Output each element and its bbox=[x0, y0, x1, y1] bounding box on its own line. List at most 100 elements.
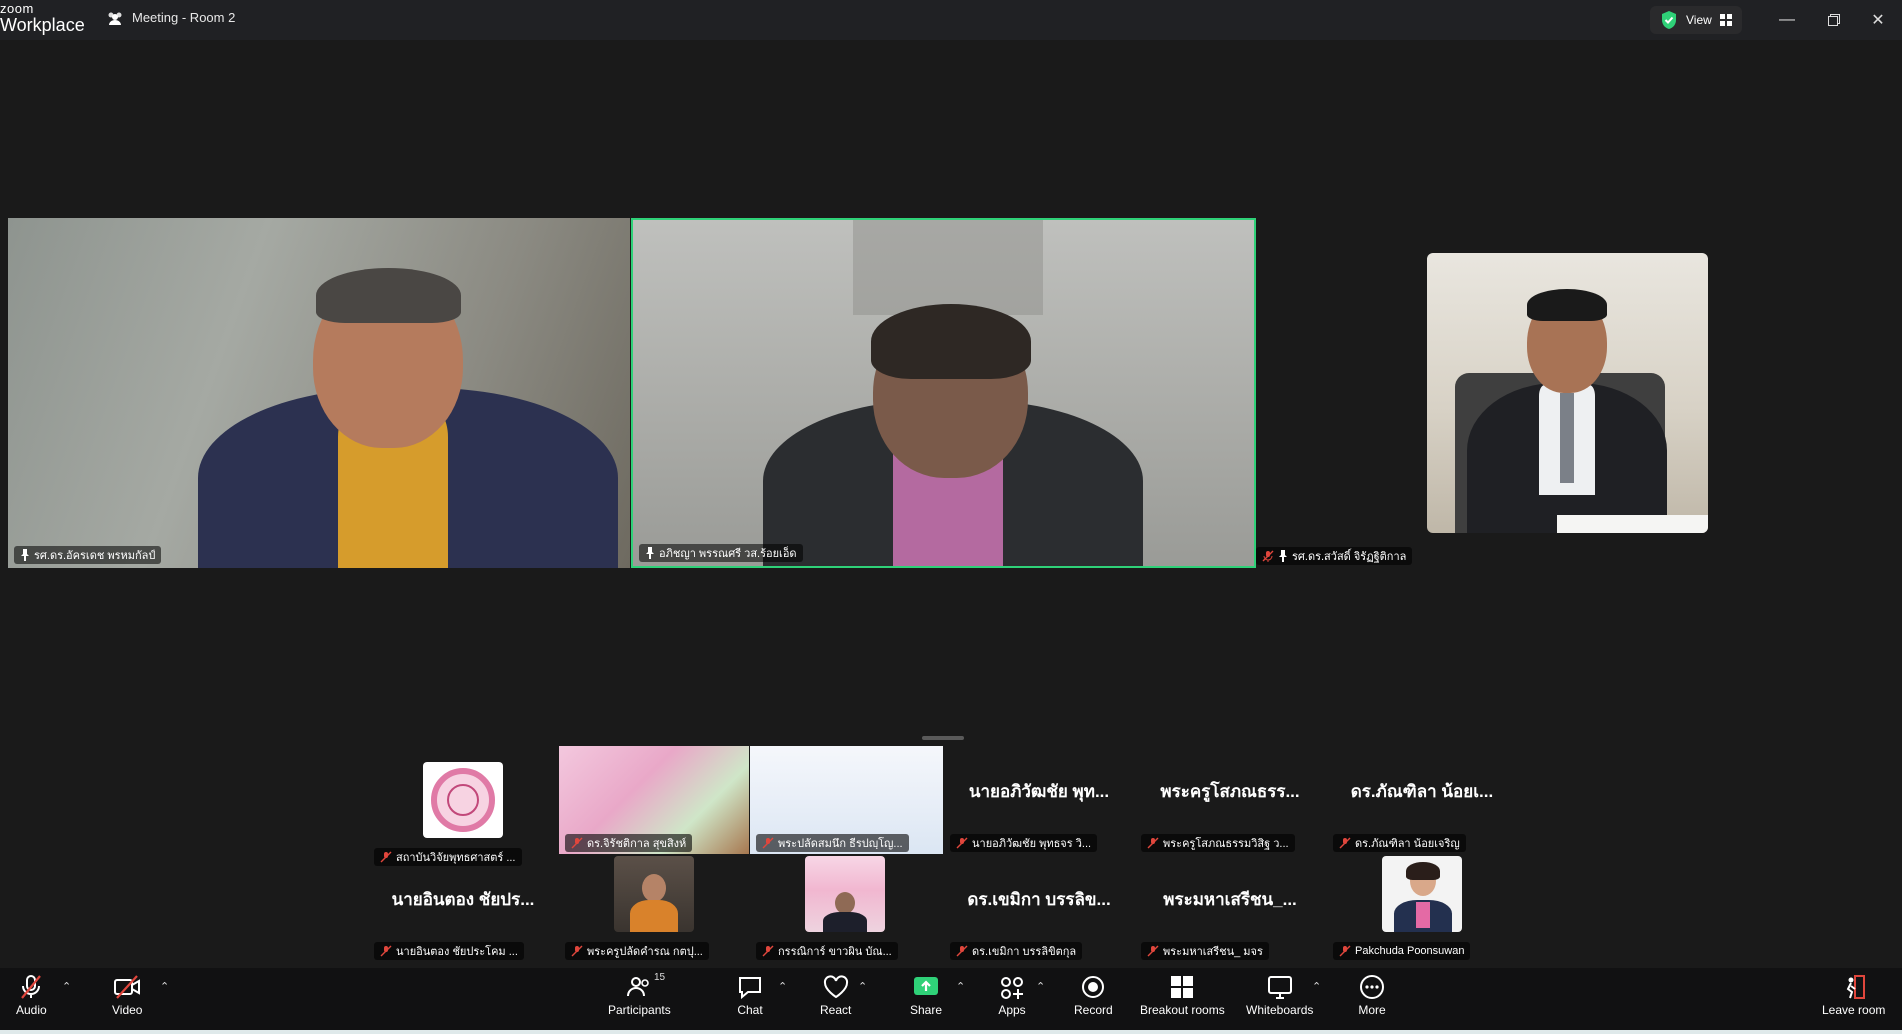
institute-seal-avatar bbox=[423, 762, 503, 838]
tile-label: พระครูปลัดคำรณ กตปุ... bbox=[565, 942, 709, 960]
video-options-chevron-icon[interactable]: ⌃ bbox=[160, 980, 169, 993]
gallery-tile[interactable]: Pakchuda Poonsuwan bbox=[1327, 854, 1517, 962]
participant-name: พระครูโสภณธรรมวิสิฐ ว... bbox=[1163, 838, 1289, 850]
whiteboards-button[interactable]: Whiteboards bbox=[1246, 974, 1313, 1026]
pin-icon bbox=[21, 549, 29, 561]
video-tile-1[interactable]: รศ.ดร.อัครเดช พรหมกัลป์ bbox=[8, 218, 630, 568]
chat-bubble-icon bbox=[739, 977, 761, 1000]
gallery-tile[interactable]: พระครูปลัดคำรณ กตปุ... bbox=[559, 854, 749, 962]
participants-icon bbox=[627, 977, 650, 997]
title-bar: zoom Workplace Meeting - Room 2 View — ✕ bbox=[0, 0, 1902, 40]
apps-button[interactable]: Apps bbox=[998, 974, 1026, 1026]
close-icon[interactable]: ✕ bbox=[1866, 8, 1890, 32]
breakout-rooms-icon bbox=[1171, 976, 1194, 998]
whiteboards-options-chevron-icon[interactable]: ⌃ bbox=[1312, 980, 1321, 993]
participant-name: พระครูปลัดคำรณ กตปุ... bbox=[587, 946, 703, 958]
tile-label: ดร.จิรัชติกาล สุขสิงห์ bbox=[565, 834, 693, 852]
view-button[interactable]: View bbox=[1650, 6, 1742, 34]
gallery-tile[interactable]: ดร.เขมิกา บรรลิข... ดร.เขมิกา บรรลิขิตกุ… bbox=[944, 854, 1134, 962]
breakout-rooms-button[interactable]: Breakout rooms bbox=[1140, 974, 1225, 1026]
more-dots-icon bbox=[1360, 975, 1384, 999]
participant-name: พระปลัดสมนึก ธีรปญฺโญ... bbox=[778, 838, 903, 850]
react-button[interactable]: React bbox=[820, 974, 851, 1026]
zoom-workplace-logo: zoom Workplace bbox=[0, 2, 85, 34]
gallery-tile[interactable]: สถาบันวิจัยพุทธศาสตร์ ... bbox=[368, 760, 558, 868]
muted-mic-icon bbox=[1147, 945, 1159, 957]
breakout-rooms-label: Breakout rooms bbox=[1140, 1003, 1225, 1017]
muted-mic-icon bbox=[571, 837, 583, 849]
muted-mic-icon bbox=[1339, 945, 1351, 957]
participants-button[interactable]: 15 Participants bbox=[608, 972, 671, 1026]
more-button[interactable]: More bbox=[1358, 974, 1386, 1026]
record-button[interactable]: Record bbox=[1074, 974, 1113, 1026]
banner-video-avatar bbox=[805, 856, 885, 932]
heart-icon bbox=[823, 975, 848, 999]
restore-icon[interactable] bbox=[1822, 8, 1846, 32]
whiteboards-label: Whiteboards bbox=[1246, 1003, 1314, 1017]
gallery-tile[interactable]: นายอภิวัฒชัย พุท... นายอภิวัฒชัย พุทธจร … bbox=[944, 746, 1134, 854]
leave-room-button[interactable]: Leave room bbox=[1822, 974, 1885, 1026]
minimize-icon[interactable]: — bbox=[1775, 8, 1799, 32]
chat-button[interactable]: Chat bbox=[736, 974, 764, 1026]
participants-label: Participants bbox=[608, 1003, 671, 1017]
video-off-icon bbox=[114, 975, 141, 999]
audio-button[interactable]: Audio bbox=[16, 974, 47, 1026]
participant-name: Pakchuda Poonsuwan bbox=[1355, 945, 1465, 957]
leave-room-label: Leave room bbox=[1822, 1003, 1886, 1017]
gallery-tile[interactable]: พระครูโสภณธรร... พระครูโสภณธรรมวิสิฐ ว..… bbox=[1135, 746, 1325, 854]
gallery-tile[interactable]: นายอินตอง ชัยปร... นายอินตอง ชัยประโคม .… bbox=[368, 854, 558, 962]
gallery-tile[interactable]: ดร.ภัณฑิลา น้อยเ... ดร.ภัณฑิลา น้อยเจริญ bbox=[1327, 746, 1517, 854]
security-shield-icon bbox=[1662, 11, 1676, 29]
wall-frame bbox=[853, 220, 1043, 315]
react-options-chevron-icon[interactable]: ⌃ bbox=[858, 980, 867, 993]
tile-label: รศ.ดร.สวัสดิ์ จิรัฏฐิติกาล bbox=[1256, 547, 1413, 565]
desk bbox=[1557, 515, 1708, 533]
necktie bbox=[1560, 393, 1574, 483]
participant-hair bbox=[316, 268, 461, 323]
video-button[interactable]: Video bbox=[112, 974, 142, 1026]
muted-mic-icon bbox=[1147, 837, 1159, 849]
gallery-tile[interactable]: พระปลัดสมนึก ธีรปญฺโญ... bbox=[750, 746, 943, 854]
video-tile-2-active-speaker[interactable]: อภิชญา พรรณศรี วส.ร้อยเอ็ด bbox=[631, 218, 1256, 568]
audio-options-chevron-icon[interactable]: ⌃ bbox=[62, 980, 71, 993]
share-screen-icon bbox=[914, 977, 939, 995]
chat-options-chevron-icon[interactable]: ⌃ bbox=[778, 980, 787, 993]
tile-label: ดร.ภัณฑิลา น้อยเจริญ bbox=[1333, 834, 1466, 852]
participant-display-name: ดร.ภัณฑิลา น้อยเ... bbox=[1350, 782, 1494, 801]
apps-options-chevron-icon[interactable]: ⌃ bbox=[1036, 980, 1045, 993]
gallery-resize-handle[interactable] bbox=[922, 736, 964, 740]
whiteboard-icon bbox=[1267, 976, 1292, 999]
participant-display-name: นายอภิวัฒชัย พุท... bbox=[968, 782, 1110, 801]
pin-icon bbox=[1279, 550, 1287, 562]
tile-label: พระครูโสภณธรรมวิสิฐ ว... bbox=[1141, 834, 1295, 852]
tile-label: รศ.ดร.อัครเดช พรหมกัลป์ bbox=[14, 546, 162, 564]
participant-name: รศ.ดร.สวัสดิ์ จิรัฏฐิติกาล bbox=[1292, 551, 1407, 563]
gallery-tile[interactable]: ดร.จิรัชติกาล สุขสิงห์ bbox=[559, 746, 749, 854]
meeting-stage: รศ.ดร.อัครเดช พรหมกัลป์ อภิชญา พรรณศรี ว… bbox=[0, 40, 1902, 968]
video-tile-3[interactable] bbox=[1427, 253, 1708, 533]
audio-label: Audio bbox=[16, 1003, 47, 1017]
participant-name: รศ.ดร.อัครเดช พรหมกัลป์ bbox=[34, 550, 156, 562]
profile-photo-avatar bbox=[1382, 856, 1462, 932]
participants-group-icon bbox=[108, 12, 122, 25]
participant-name: พระมหาเสรีชน_ มจร bbox=[1163, 946, 1263, 958]
muted-microphone-icon bbox=[21, 975, 42, 999]
share-label: Share bbox=[910, 1003, 943, 1017]
muted-mic-icon bbox=[956, 837, 968, 849]
participants-count: 15 bbox=[654, 972, 666, 983]
logo-big: Workplace bbox=[0, 15, 85, 35]
tile-label: กรรณิการ์ ขาวผิน บัณ... bbox=[756, 942, 898, 960]
share-options-chevron-icon[interactable]: ⌃ bbox=[956, 980, 965, 993]
muted-mic-icon bbox=[1339, 837, 1351, 849]
tile-label: นายอภิวัฒชัย พุทธจร วิ... bbox=[950, 834, 1098, 852]
share-button[interactable]: Share bbox=[910, 974, 942, 1026]
participant-name: ดร.จิรัชติกาล สุขสิงห์ bbox=[587, 838, 687, 850]
gallery-tile[interactable]: กรรณิการ์ ขาวผิน บัณ... bbox=[750, 854, 940, 962]
more-label: More bbox=[1358, 1003, 1386, 1017]
chat-label: Chat bbox=[737, 1003, 763, 1017]
record-label: Record bbox=[1074, 1003, 1113, 1017]
tile-label: อภิชญา พรรณศรี วส.ร้อยเอ็ด bbox=[639, 544, 803, 562]
muted-mic-icon bbox=[1262, 550, 1274, 562]
apps-label: Apps bbox=[998, 1003, 1026, 1017]
gallery-tile[interactable]: พระมหาเสรีชน_... พระมหาเสรีชน_ มจร bbox=[1135, 854, 1325, 962]
